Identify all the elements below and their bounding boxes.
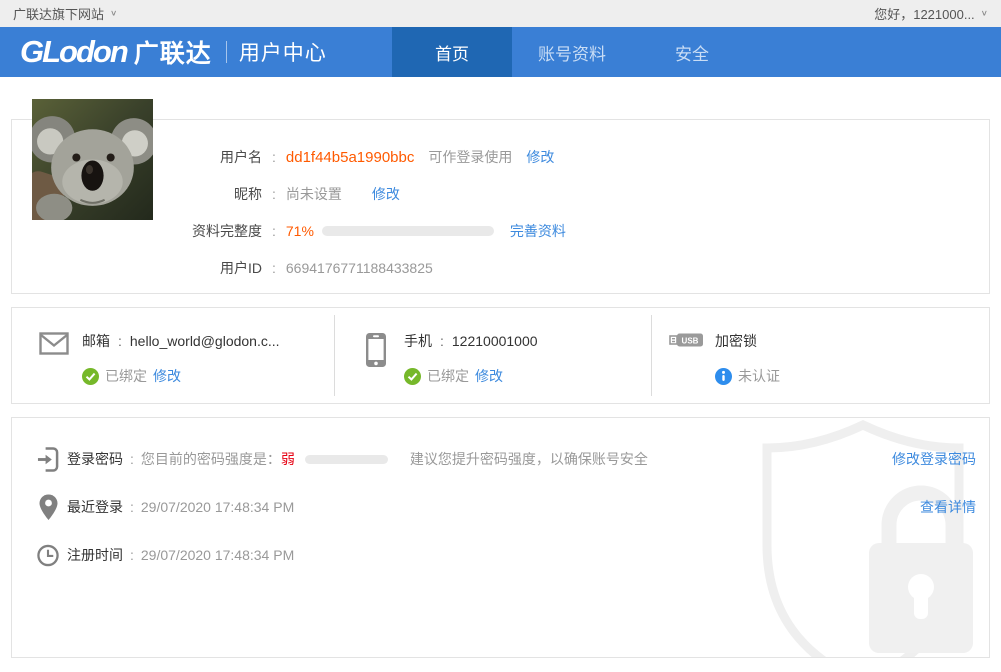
last-login-label: 最近登录 bbox=[67, 497, 123, 517]
usb-dongle-icon: USB bbox=[669, 331, 705, 386]
last-login-row: 最近登录 : 29/07/2020 17:48:34 PM 查看详情 bbox=[12, 496, 989, 518]
sites-dropdown[interactable]: 广联达旗下网站 ∨ bbox=[13, 4, 117, 23]
smartphone-icon bbox=[358, 331, 394, 386]
userid-label: 用户ID bbox=[12, 258, 262, 278]
modify-email-link[interactable]: 修改 bbox=[153, 366, 181, 386]
security-card: 登录密码 : 您目前的密码强度是： 弱 建议您提升密码强度，以确保账号安全 修改… bbox=[11, 417, 990, 658]
email-binding: 邮箱 : hello_world@glodon.c... 已绑定 修改 bbox=[12, 308, 334, 403]
chevron-down-icon: ∨ bbox=[981, 9, 988, 18]
userid-value: 6694176771188433825 bbox=[286, 260, 433, 276]
colon: : bbox=[130, 547, 134, 563]
dongle-binding: USB 加密锁 未认证 bbox=[651, 308, 989, 403]
email-label: 邮箱 bbox=[82, 331, 110, 351]
info-circle-icon bbox=[715, 368, 732, 385]
register-time-value: 29/07/2020 17:48:34 PM bbox=[141, 547, 294, 563]
phone-binding: 手机 : 12210001000 已绑定 修改 bbox=[334, 308, 651, 403]
nickname-value: 尚未设置 bbox=[286, 184, 342, 204]
app-header: GLodon 广联达 用户中心 首页 账号资料 安全 bbox=[0, 27, 1001, 77]
last-login-value: 29/07/2020 17:48:34 PM bbox=[141, 499, 294, 515]
logo-divider bbox=[226, 41, 227, 63]
tab-security-label: 安全 bbox=[675, 40, 709, 65]
nickname-row: 昵称 : 尚未设置 修改 bbox=[12, 184, 989, 204]
user-greeting: 您好，1221000... bbox=[874, 4, 974, 23]
tab-home-label: 首页 bbox=[435, 40, 469, 65]
colon: : bbox=[272, 223, 276, 239]
modify-nickname-link[interactable]: 修改 bbox=[372, 184, 400, 204]
completeness-value: 71% bbox=[286, 223, 314, 239]
dongle-label: 加密锁 bbox=[715, 331, 757, 351]
password-strength-value: 弱 bbox=[281, 449, 295, 469]
tab-account-profile[interactable]: 账号资料 bbox=[512, 27, 632, 77]
password-label: 登录密码 bbox=[67, 449, 123, 469]
glodon-logo[interactable]: GLodon 广联达 用户中心 bbox=[20, 27, 327, 77]
envelope-icon bbox=[36, 331, 72, 386]
avatar-image[interactable] bbox=[32, 99, 153, 220]
svg-text:USB: USB bbox=[682, 337, 699, 346]
colon: : bbox=[440, 333, 444, 349]
completeness-label: 资料完整度 bbox=[12, 221, 262, 241]
location-pin-icon bbox=[37, 494, 59, 521]
phone-label: 手机 bbox=[404, 331, 432, 351]
password-suggestion: 建议您提升密码强度，以确保账号安全 bbox=[410, 449, 648, 469]
username-note: 可作登录使用 bbox=[428, 147, 512, 167]
register-time-label: 注册时间 bbox=[67, 545, 123, 565]
modify-phone-link[interactable]: 修改 bbox=[475, 366, 503, 386]
colon: : bbox=[272, 149, 276, 165]
complete-profile-link[interactable]: 完善资料 bbox=[510, 221, 566, 241]
colon: : bbox=[272, 260, 276, 276]
email-value: hello_world@glodon.c... bbox=[130, 333, 280, 349]
bindings-card: 邮箱 : hello_world@glodon.c... 已绑定 修改 bbox=[11, 307, 990, 404]
main-nav: 首页 账号资料 安全 bbox=[392, 27, 752, 77]
phone-status: 已绑定 bbox=[427, 366, 469, 386]
profile-card: 用户名 : dd1f44b5a1990bbc 可作登录使用 修改 昵称 : 尚未… bbox=[11, 119, 990, 294]
logo-wordmark-en: GLodon bbox=[20, 34, 129, 70]
change-password-link[interactable]: 修改登录密码 bbox=[892, 449, 976, 469]
tab-security[interactable]: 安全 bbox=[632, 27, 752, 77]
clock-icon bbox=[37, 544, 59, 567]
user-menu[interactable]: 您好，1221000... ∨ bbox=[874, 4, 988, 23]
logo-subtitle: 用户中心 bbox=[239, 37, 327, 67]
dongle-status: 未认证 bbox=[738, 366, 780, 386]
tab-home[interactable]: 首页 bbox=[392, 27, 512, 77]
colon: : bbox=[130, 451, 134, 467]
completeness-progressbar bbox=[322, 226, 494, 236]
colon: : bbox=[118, 333, 122, 349]
password-strength-prefix: 您目前的密码强度是： bbox=[141, 449, 281, 469]
password-strength-bar bbox=[305, 455, 388, 464]
password-row: 登录密码 : 您目前的密码强度是： 弱 建议您提升密码强度，以确保账号安全 修改… bbox=[12, 448, 989, 470]
chevron-down-icon: ∨ bbox=[110, 9, 117, 18]
tab-account-profile-label: 账号资料 bbox=[538, 40, 606, 65]
check-circle-icon bbox=[82, 368, 99, 385]
colon: : bbox=[272, 186, 276, 202]
email-status: 已绑定 bbox=[105, 366, 147, 386]
check-circle-icon bbox=[404, 368, 421, 385]
sites-dropdown-label: 广联达旗下网站 bbox=[13, 4, 104, 23]
colon: : bbox=[130, 499, 134, 515]
modify-username-link[interactable]: 修改 bbox=[526, 147, 554, 167]
username-value: dd1f44b5a1990bbc bbox=[286, 149, 414, 166]
login-arrow-icon bbox=[37, 446, 59, 473]
phone-value: 12210001000 bbox=[452, 333, 538, 349]
completeness-row: 资料完整度 : 71% 完善资料 bbox=[12, 221, 989, 241]
view-login-details-link[interactable]: 查看详情 bbox=[920, 497, 976, 517]
utility-bar: 广联达旗下网站 ∨ 您好，1221000... ∨ bbox=[0, 0, 1001, 27]
username-row: 用户名 : dd1f44b5a1990bbc 可作登录使用 修改 bbox=[12, 147, 989, 167]
logo-wordmark-cn: 广联达 bbox=[134, 34, 212, 70]
userid-row: 用户ID : 6694176771188433825 bbox=[12, 258, 989, 278]
register-time-row: 注册时间 : 29/07/2020 17:48:34 PM bbox=[12, 544, 989, 566]
